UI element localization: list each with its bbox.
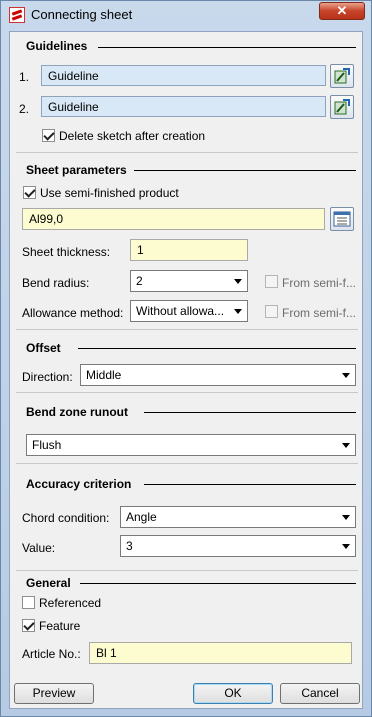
direction-combo[interactable]: Middle [80,364,356,386]
article-number-label: Article No.: [22,647,81,661]
list-icon [333,211,351,227]
chord-condition-combo[interactable]: Angle [120,506,356,528]
preview-button[interactable]: Preview [14,683,94,704]
delete-sketch-checkbox[interactable] [42,129,55,142]
chord-condition-value: Angle [126,510,157,524]
offset-title: Offset [26,341,61,355]
allowance-method-label: Allowance method: [22,306,124,320]
window-title: Connecting sheet [31,7,133,22]
bend-radius-from-semi-label: From semi-f... [282,276,356,290]
dialog-body: Guidelines 1. Guideline 2. Guideline Del… [9,31,363,709]
ok-button[interactable]: OK [193,683,273,704]
value-label: Value: [22,541,56,555]
bend-radius-value: 2 [136,274,143,288]
feature-checkbox[interactable] [22,619,35,632]
group-divider [144,484,356,485]
chevron-down-icon [342,373,350,378]
close-button[interactable]: ✕ [319,2,365,20]
guidelines-group: Guidelines 1. Guideline 2. Guideline Del… [16,32,358,153]
dialog-window: Connecting sheet ✕ Guidelines 1. Guideli… [0,0,372,717]
value-value: 3 [126,539,133,553]
chord-condition-label: Chord condition: [22,511,110,525]
value-combo[interactable]: 3 [120,535,356,557]
group-divider [98,47,356,48]
group-divider [78,348,356,349]
guideline-1-field[interactable]: Guideline [41,65,326,86]
app-icon [9,7,25,23]
chevron-down-icon [234,309,242,314]
title-bar[interactable]: Connecting sheet ✕ [1,1,371,29]
general-group: General Referenced Feature Article No.: … [16,572,358,672]
allowance-from-semi-label: From semi-f... [282,306,356,320]
bend-zone-group: Bend zone runout Flush [16,395,358,464]
group-divider [134,170,356,171]
chevron-down-icon [234,279,242,284]
guidelines-title: Guidelines [26,39,88,53]
delete-sketch-label: Delete sketch after creation [59,129,206,143]
close-icon: ✕ [336,3,348,18]
direction-value: Middle [86,368,122,382]
allowance-method-combo[interactable]: Without allowa... [130,300,248,322]
general-title: General [26,576,71,590]
group-divider [144,412,356,413]
bend-radius-from-semi-checkbox[interactable] [265,275,278,288]
sheet-parameters-title: Sheet parameters [26,163,127,177]
material-select-button[interactable] [330,207,354,231]
bend-radius-label: Bend radius: [22,276,90,290]
sheet-parameters-group: Sheet parameters Use semi-finished produ… [16,154,358,330]
guideline-2-pick-button[interactable] [330,95,354,119]
accuracy-title: Accuracy criterion [26,477,132,491]
allowance-from-semi-checkbox[interactable] [265,305,278,318]
guideline-1-pick-button[interactable] [330,64,354,88]
guideline-2-number: 2. [19,102,30,116]
material-field[interactable]: Al99,0 [22,208,325,230]
guideline-2-field[interactable]: Guideline [41,96,326,117]
accuracy-group: Accuracy criterion Chord condition: Angl… [16,466,358,571]
feature-label: Feature [39,619,81,633]
direction-label: Direction: [22,370,73,384]
chevron-down-icon [342,515,350,520]
chevron-down-icon [342,443,350,448]
sheet-thickness-label: Sheet thickness: [22,245,111,259]
bend-zone-title: Bend zone runout [26,405,128,419]
referenced-label: Referenced [39,596,102,610]
semi-finished-checkbox[interactable] [23,186,36,199]
chevron-down-icon [342,544,350,549]
sheet-thickness-field[interactable]: 1 [130,239,248,261]
article-number-field[interactable]: Bl 1 [89,642,352,664]
semi-finished-label: Use semi-finished product [40,186,179,200]
guideline-1-number: 1. [19,70,30,84]
group-divider [80,583,356,584]
referenced-checkbox[interactable] [22,596,35,609]
pick-geometry-icon [334,99,350,115]
cancel-button[interactable]: Cancel [280,683,360,704]
offset-group: Offset Direction: Middle [16,332,358,393]
allowance-method-value: Without allowa... [136,304,225,318]
bend-zone-combo[interactable]: Flush [26,434,356,456]
pick-geometry-icon [334,68,350,84]
bend-radius-combo[interactable]: 2 [130,270,248,292]
bend-zone-value: Flush [32,438,62,452]
